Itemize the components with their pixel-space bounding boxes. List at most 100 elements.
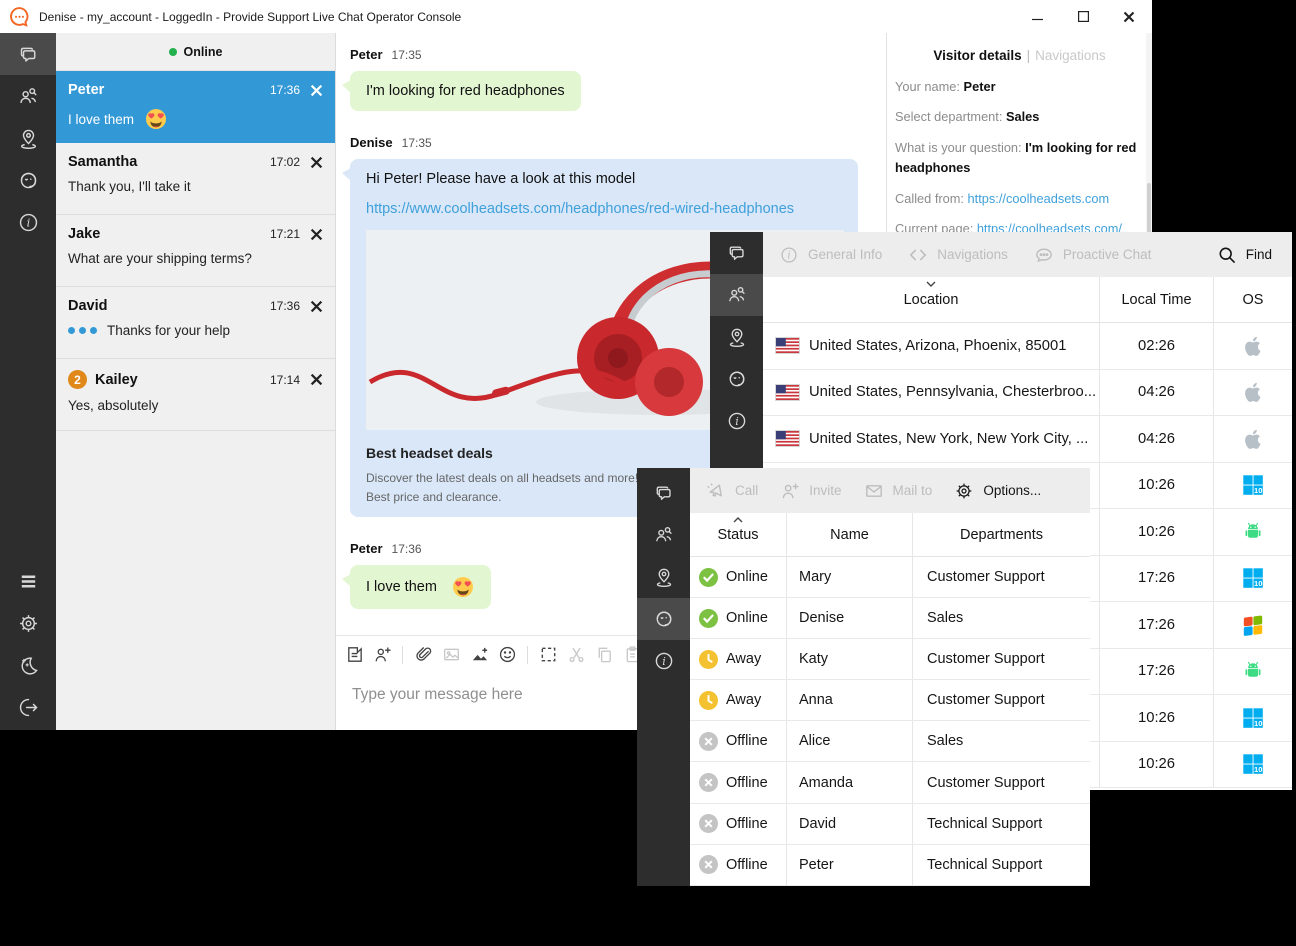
minimize-icon [1032, 11, 1043, 22]
operators-window: Call Invite Mail to Options... Status Na… [637, 468, 1090, 886]
chat-list-item[interactable]: Peter 17:36 I love them [56, 71, 335, 143]
message-link[interactable]: https://www.coolheadsets.com/headphones/… [366, 199, 842, 219]
operators-headset-icon [653, 608, 675, 630]
column-header-status[interactable]: Status [690, 513, 787, 556]
sidebar-item-operators[interactable] [0, 159, 56, 201]
chat-preview: Thank you, I'll take it [68, 179, 191, 194]
operators-headset-icon [17, 169, 40, 192]
code-icon [908, 245, 928, 265]
visitors-search-icon [17, 85, 40, 108]
column-header-os[interactable]: OS [1214, 277, 1292, 322]
details-tabs: Visitor details|Navigations [887, 48, 1152, 63]
sort-desc-icon [926, 281, 936, 287]
main-sidebar [0, 33, 56, 730]
sidebar-item-chats[interactable] [637, 472, 690, 514]
message-time: 17:36 [392, 542, 422, 556]
chat-list-item[interactable]: Samantha 17:02 Thank you, I'll take it [56, 143, 335, 215]
envelope-icon [864, 481, 884, 501]
operator-row[interactable]: Away Katy Customer Support [690, 639, 1090, 680]
sidebar-item-geo[interactable] [710, 316, 763, 358]
operators-table-header: Status Name Departments [690, 513, 1090, 557]
visitor-row[interactable]: United States, New York, New York City, … [763, 416, 1292, 463]
windows10-icon [1241, 752, 1265, 776]
canned-message-icon[interactable] [344, 645, 364, 665]
operator-row[interactable]: Offline Alice Sales [690, 721, 1090, 762]
message-time: 17:35 [402, 136, 432, 150]
sidebar-item-chats[interactable] [710, 232, 763, 274]
night-mode-icon [17, 654, 40, 677]
person-add-icon[interactable] [372, 645, 392, 665]
gear-icon [954, 481, 974, 501]
paperclip-icon[interactable] [413, 645, 433, 665]
minimize-button[interactable] [1014, 0, 1060, 33]
sidebar-item-visitors[interactable] [710, 274, 763, 316]
chat-list-item[interactable]: Jake 17:21 What are your shipping terms? [56, 215, 335, 287]
sidebar-item-chats[interactable] [0, 33, 56, 75]
image-add-icon[interactable] [469, 645, 489, 665]
visitor-row[interactable]: United States, Pennsylvania, Chesterbroo… [763, 370, 1292, 417]
maximize-button[interactable] [1060, 0, 1106, 33]
close-chat-icon[interactable] [310, 84, 323, 97]
apple-icon [1241, 380, 1265, 404]
windows-legacy-icon [1241, 613, 1265, 637]
operator-row[interactable]: Offline Peter Technical Support [690, 845, 1090, 886]
operator-presence[interactable]: Online [56, 33, 335, 71]
smiley-icon[interactable] [497, 645, 517, 665]
away-status-icon [699, 650, 718, 669]
copy-icon [594, 645, 614, 665]
close-chat-icon[interactable] [310, 373, 323, 386]
operator-row[interactable]: Online Mary Customer Support [690, 557, 1090, 598]
sidebar-item-operators[interactable] [637, 598, 690, 640]
online-status-icon [699, 568, 718, 587]
info-icon [653, 650, 675, 672]
close-chat-icon[interactable] [310, 156, 323, 169]
sidebar-item-info[interactable] [0, 201, 56, 243]
close-chat-icon[interactable] [310, 228, 323, 241]
column-header-name[interactable]: Name [787, 513, 913, 556]
window-title: Denise - my_account - LoggedIn - Provide… [39, 10, 461, 24]
away-status-icon [699, 691, 718, 710]
sidebar-item-operators[interactable] [710, 358, 763, 400]
maximize-icon [1078, 11, 1089, 22]
person-add-icon [780, 481, 800, 501]
operator-row[interactable]: Online Denise Sales [690, 598, 1090, 639]
chat-name: Kailey [95, 372, 138, 388]
visitors-toolbar: General Info Navigations Proactive Chat … [763, 232, 1292, 277]
chat-list-item[interactable]: David 17:36 Thanks for your help [56, 287, 335, 359]
apple-icon [1241, 334, 1265, 358]
operator-row[interactable]: Offline David Technical Support [690, 804, 1090, 845]
online-status-dot [169, 48, 177, 56]
offline-status-icon [699, 814, 718, 833]
find-button[interactable]: Find [1217, 245, 1272, 265]
chat-list-item[interactable]: 2 Kailey 17:14 Yes, absolutely [56, 359, 335, 431]
select-area-icon[interactable] [538, 645, 558, 665]
close-button[interactable] [1106, 0, 1152, 33]
chat-preview: Thanks for your help [107, 323, 230, 338]
sidebar-item-info[interactable] [710, 400, 763, 442]
logout-button[interactable] [0, 686, 56, 728]
called-from-link[interactable]: https://coolheadsets.com [968, 191, 1110, 206]
sidebar-item-visitors[interactable] [0, 75, 56, 117]
options-button[interactable]: Options... [954, 481, 1041, 501]
windows10-icon [1241, 473, 1265, 497]
sidebar-item-info[interactable] [637, 640, 690, 682]
column-header-location[interactable]: Location [763, 277, 1100, 322]
call-button: Call [706, 481, 758, 501]
sidebar-item-geo[interactable] [637, 556, 690, 598]
visitor-row[interactable]: United States, Arizona, Phoenix, 85001 0… [763, 323, 1292, 370]
sidebar-item-geo[interactable] [0, 117, 56, 159]
night-mode-button[interactable] [0, 644, 56, 686]
tab-visitor-details[interactable]: Visitor details [933, 48, 1021, 63]
chats-icon [726, 242, 748, 264]
detail-field: Select department: Sales [895, 107, 1140, 127]
column-header-local-time[interactable]: Local Time [1100, 277, 1214, 322]
column-header-departments[interactable]: Departments [913, 513, 1090, 556]
operator-row[interactable]: Away Anna Customer Support [690, 680, 1090, 721]
tab-navigations[interactable]: Navigations [1035, 48, 1106, 63]
operator-row[interactable]: Offline Amanda Customer Support [690, 762, 1090, 803]
sidebar-item-visitors[interactable] [637, 514, 690, 556]
toolbar-divider [527, 646, 528, 664]
close-chat-icon[interactable] [310, 300, 323, 313]
menu-button[interactable] [0, 560, 56, 602]
settings-button[interactable] [0, 602, 56, 644]
